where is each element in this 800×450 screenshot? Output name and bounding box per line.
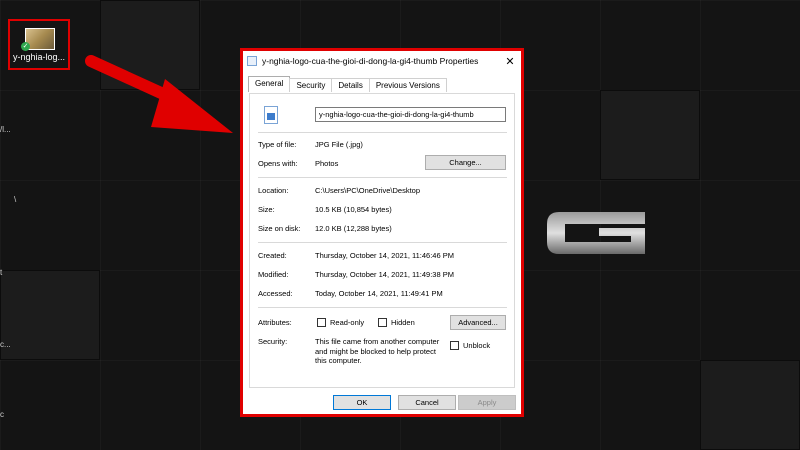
opens-with-value: Photos [315, 159, 339, 168]
desktop-tile [0, 270, 100, 360]
accessed-label: Accessed: [258, 289, 293, 298]
readonly-checkbox[interactable] [317, 318, 326, 327]
tab-general[interactable]: General [248, 76, 291, 92]
readonly-label[interactable]: Read-only [330, 318, 364, 327]
dialog-title: y-nghia-logo-cua-the-gioi-di-dong-la-gi4… [262, 56, 479, 66]
change-button[interactable]: Change... [425, 155, 506, 170]
size-on-disk-label: Size on disk: [258, 224, 301, 233]
opens-with-label: Opens with: [258, 159, 298, 168]
tab-previous-versions[interactable]: Previous Versions [368, 78, 447, 92]
modified-value: Thursday, October 14, 2021, 11:49:38 PM [315, 270, 454, 279]
size-label: Size: [258, 205, 275, 214]
brand-g-logo-icon [547, 212, 645, 254]
tab-security[interactable]: Security [289, 78, 333, 92]
divider [258, 177, 507, 178]
size-value: 10.5 KB (10,854 bytes) [315, 205, 392, 214]
side-glyph: c [0, 410, 4, 419]
desktop-icon-label[interactable]: y-nghia-log... [10, 52, 68, 62]
apply-button[interactable]: Apply [458, 395, 516, 410]
hidden-checkbox[interactable] [378, 318, 387, 327]
general-panel: y-nghia-logo-cua-the-gioi-di-dong-la-gi4… [249, 93, 515, 388]
side-glyph: /l... [0, 125, 11, 134]
sync-check-icon: ✓ [21, 42, 30, 51]
type-of-file-label: Type of file: [258, 140, 297, 149]
attributes-label: Attributes: [258, 318, 292, 327]
tab-bar: General Security Details Previous Versio… [248, 76, 447, 92]
side-glyph: \ [14, 195, 17, 204]
close-icon[interactable]: ✕ [499, 55, 521, 68]
divider [258, 307, 507, 308]
unblock-label[interactable]: Unblock [463, 341, 490, 350]
divider [258, 132, 507, 133]
advanced-button[interactable]: Advanced... [450, 315, 506, 330]
desktop-tile [700, 360, 800, 450]
size-on-disk-value: 12.0 KB (12,288 bytes) [315, 224, 392, 233]
created-label: Created: [258, 251, 287, 260]
security-label: Security: [258, 337, 288, 346]
type-of-file-value: JPG File (.jpg) [315, 140, 363, 149]
cancel-button[interactable]: Cancel [398, 395, 456, 410]
security-text: This file came from another computer and… [315, 337, 440, 365]
divider [258, 242, 507, 243]
hidden-label[interactable]: Hidden [391, 318, 415, 327]
accessed-value: Today, October 14, 2021, 11:49:41 PM [315, 289, 443, 298]
modified-label: Modified: [258, 270, 289, 279]
properties-dialog: y-nghia-logo-cua-the-gioi-di-dong-la-gi4… [243, 51, 521, 414]
file-properties-icon [247, 56, 257, 66]
created-value: Thursday, October 14, 2021, 11:46:46 PM [315, 251, 454, 260]
file-name-field[interactable]: y-nghia-logo-cua-the-gioi-di-dong-la-gi4… [315, 107, 506, 122]
side-glyph: t [0, 268, 3, 277]
red-arrow-icon [85, 55, 233, 133]
desktop-tile [600, 90, 700, 180]
title-bar[interactable]: y-nghia-logo-cua-the-gioi-di-dong-la-gi4… [243, 51, 521, 71]
tab-details[interactable]: Details [331, 78, 370, 92]
location-label: Location: [258, 186, 289, 195]
unblock-checkbox[interactable] [450, 341, 459, 350]
side-glyph: c... [0, 340, 11, 349]
jpg-file-icon [264, 106, 278, 124]
location-value: C:\Users\PC\OneDrive\Desktop [315, 186, 421, 195]
ok-button[interactable]: OK [333, 395, 391, 410]
